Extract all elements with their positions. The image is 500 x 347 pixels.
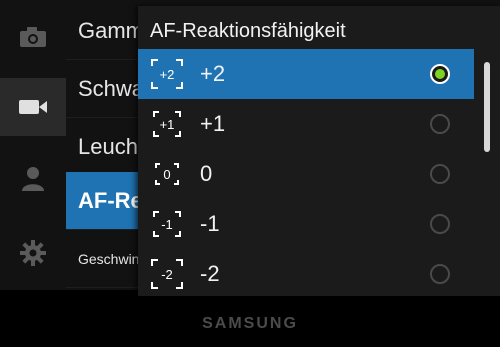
option-label: +1 xyxy=(200,111,226,136)
radio-unselected xyxy=(430,264,450,284)
scrollbar[interactable] xyxy=(484,62,490,152)
option-plus-1[interactable]: +1 +1 xyxy=(138,99,474,149)
option-plus-2[interactable]: +2 +2 xyxy=(138,49,474,99)
option-minus-1[interactable]: -1 -1 xyxy=(138,199,474,249)
option-label: -1 xyxy=(200,211,220,236)
radio-selected xyxy=(430,64,450,84)
af-plus-2-icon: +2 xyxy=(151,59,183,89)
af-response-popup: AF-Reaktionsfähigkeit +2 +2 +1 +1 0 0 -1… xyxy=(138,6,500,296)
brand-logo: SAMSUNG xyxy=(202,315,298,332)
video-camera-icon[interactable] xyxy=(0,78,66,136)
radio-unselected xyxy=(430,164,450,184)
af-plus-1-icon: +1 xyxy=(153,111,181,137)
af-minus-1-icon: -1 xyxy=(153,211,181,237)
svg-text:-1: -1 xyxy=(161,217,173,232)
option-minus-2[interactable]: -2 -2 xyxy=(138,249,474,299)
option-label: +2 xyxy=(200,61,226,86)
mode-sidebar xyxy=(0,0,66,290)
person-icon[interactable] xyxy=(0,150,66,208)
popup-title: AF-Reaktionsfähigkeit xyxy=(150,20,346,42)
gear-icon[interactable] xyxy=(0,224,66,282)
radio-unselected xyxy=(430,214,450,234)
af-minus-2-icon: -2 xyxy=(151,259,183,289)
svg-text:+1: +1 xyxy=(160,117,175,132)
radio-unselected xyxy=(430,114,450,134)
camera-icon[interactable] xyxy=(0,8,66,66)
option-0[interactable]: 0 0 xyxy=(138,149,474,199)
option-label: -2 xyxy=(200,261,220,286)
option-label: 0 xyxy=(200,161,213,186)
af-zero-icon: 0 xyxy=(155,163,179,185)
svg-text:-2: -2 xyxy=(161,267,173,282)
svg-text:+2: +2 xyxy=(160,67,175,82)
svg-text:0: 0 xyxy=(163,167,170,182)
